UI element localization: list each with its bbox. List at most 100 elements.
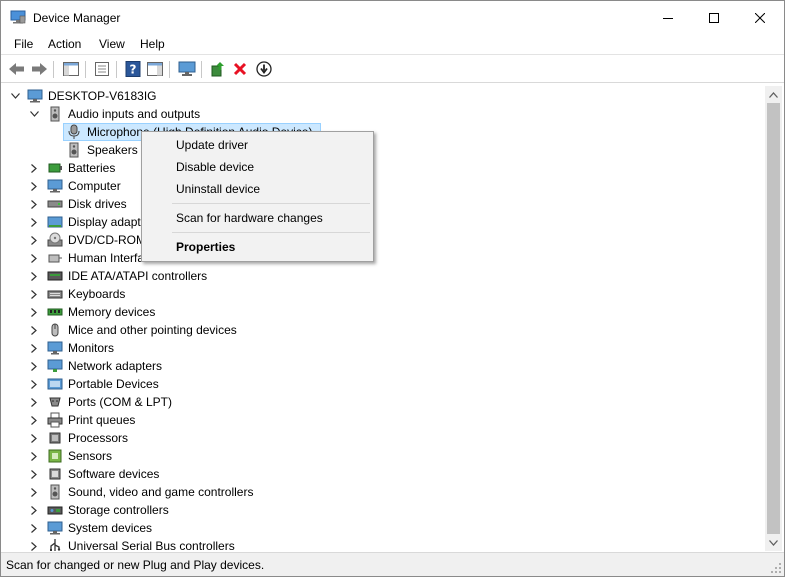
tree-category-memory-devices[interactable]: Memory devices xyxy=(6,303,746,321)
expand-chevron-icon[interactable] xyxy=(28,540,40,551)
expand-chevron-icon[interactable] xyxy=(28,432,40,444)
toolbar-separator xyxy=(116,61,117,78)
back-button[interactable] xyxy=(7,60,27,78)
tree-category-audio[interactable]: Audio inputs and outputs xyxy=(6,105,746,123)
expand-chevron-icon[interactable] xyxy=(28,234,40,246)
disable-device-button[interactable] xyxy=(254,60,274,78)
expand-chevron-icon[interactable] xyxy=(28,450,40,462)
show-hide-console-tree-button[interactable] xyxy=(61,60,81,78)
tree-category-human-interface-devices[interactable]: Human Interface Devices xyxy=(6,249,746,267)
tree-category-portable-devices[interactable]: Portable Devices xyxy=(6,375,746,393)
category-label: Ports (COM & LPT) xyxy=(68,395,173,409)
menu-file[interactable]: File xyxy=(12,37,35,51)
category-label: Batteries xyxy=(68,161,116,175)
disable-device-icon xyxy=(256,61,272,77)
context-menu-scan-hardware[interactable]: Scan for hardware changes xyxy=(144,207,371,229)
category-label: Storage controllers xyxy=(68,503,169,517)
svg-text:?: ? xyxy=(130,63,137,77)
show-hide-console-tree-icon xyxy=(63,62,79,76)
tree-category-dvd-cd-rom-drives[interactable]: DVD/CD-ROM drives xyxy=(6,231,746,249)
tree-category-batteries[interactable]: Batteries xyxy=(6,159,746,177)
processor-icon xyxy=(49,432,61,444)
close-icon xyxy=(755,12,765,23)
tree-category-monitors[interactable]: Monitors xyxy=(6,339,746,357)
tree-category-network-adapters[interactable]: Network adapters xyxy=(6,357,746,375)
uninstall-device-button[interactable] xyxy=(230,60,250,78)
expand-chevron-icon[interactable] xyxy=(28,522,40,534)
category-label: Print queues xyxy=(68,413,136,427)
expand-chevron-icon[interactable] xyxy=(28,306,40,318)
tree-category-sensors[interactable]: Sensors xyxy=(6,447,746,465)
forward-button[interactable] xyxy=(29,60,49,78)
menu-help[interactable]: Help xyxy=(138,37,167,51)
expand-chevron-icon[interactable] xyxy=(28,198,40,210)
title-bar[interactable]: Device Manager xyxy=(1,1,784,34)
action-pane-button[interactable] xyxy=(145,60,165,78)
back-arrow-icon xyxy=(9,63,24,75)
tree-category-print-queues[interactable]: Print queues xyxy=(6,411,746,429)
expand-chevron-icon[interactable] xyxy=(28,486,40,498)
expand-chevron-icon[interactable] xyxy=(28,360,40,372)
expand-chevron-icon[interactable] xyxy=(28,270,40,282)
tree-category-storage-controllers[interactable]: Storage controllers xyxy=(6,501,746,519)
scroll-up-arrow[interactable] xyxy=(765,86,782,103)
scan-monitor-icon xyxy=(178,61,196,76)
expand-chevron-icon[interactable] xyxy=(28,468,40,480)
resize-grip-icon[interactable] xyxy=(770,562,782,574)
tree-category-mice-and-other-pointing-devices[interactable]: Mice and other pointing devices xyxy=(6,321,746,339)
category-label: Network adapters xyxy=(68,359,163,373)
update-driver-icon xyxy=(211,62,224,77)
update-driver-button[interactable] xyxy=(208,60,228,78)
expand-chevron-icon[interactable] xyxy=(28,216,40,228)
context-menu-uninstall-device[interactable]: Uninstall device xyxy=(144,178,371,200)
help-button[interactable]: ? xyxy=(123,60,143,78)
tree-device-microphone[interactable]: Microphone (High Definition Audio Device… xyxy=(6,123,746,141)
tree-category-processors[interactable]: Processors xyxy=(6,429,746,447)
battery-icon xyxy=(48,163,62,173)
tree-device-speakers[interactable]: Speakers ( xyxy=(6,141,746,159)
context-menu-properties[interactable]: Properties xyxy=(144,236,371,258)
expand-chevron-icon[interactable] xyxy=(28,342,40,354)
expand-chevron-icon[interactable] xyxy=(28,396,40,408)
tree-category-software-devices[interactable]: Software devices xyxy=(6,465,746,483)
tree-category-ports-com-lpt[interactable]: Ports (COM & LPT) xyxy=(6,393,746,411)
expand-chevron-icon[interactable] xyxy=(28,252,40,264)
category-label: Processors xyxy=(68,431,129,445)
scrollbar-thumb[interactable] xyxy=(767,103,780,534)
expand-chevron-icon[interactable] xyxy=(28,378,40,390)
menu-view[interactable]: View xyxy=(97,37,127,51)
scroll-down-arrow[interactable] xyxy=(765,534,782,551)
context-menu-update-driver[interactable]: Update driver xyxy=(144,134,371,156)
tree-category-sound-video-and-game-controllers[interactable]: Sound, video and game controllers xyxy=(6,483,746,501)
category-label: Mice and other pointing devices xyxy=(68,323,237,337)
tree-category-ide-ata-atapi-controllers[interactable]: IDE ATA/ATAPI controllers xyxy=(6,267,746,285)
expand-chevron-icon[interactable] xyxy=(28,414,40,426)
expand-chevron-icon[interactable] xyxy=(28,504,40,516)
menu-item-label: Uninstall device xyxy=(176,182,261,196)
minimize-button[interactable] xyxy=(645,1,691,34)
expand-chevron-icon[interactable] xyxy=(28,324,40,336)
tree-category-computer[interactable]: Computer xyxy=(6,177,746,195)
tree-category-display-adapters[interactable]: Display adapters xyxy=(6,213,746,231)
tree-category-universal-serial-bus-controllers[interactable]: Universal Serial Bus controllers xyxy=(6,537,746,551)
vertical-scrollbar[interactable] xyxy=(765,86,782,551)
sound-controller-icon xyxy=(50,484,60,500)
close-button[interactable] xyxy=(737,1,783,34)
collapse-chevron-icon[interactable] xyxy=(28,108,40,120)
properties-button[interactable] xyxy=(92,60,112,78)
context-menu-disable-device[interactable]: Disable device xyxy=(144,156,371,178)
tree-root-row[interactable]: DESKTOP-V6183IG xyxy=(6,87,746,105)
scan-hardware-button[interactable] xyxy=(177,60,197,78)
menu-bar: File Action View Help xyxy=(1,34,784,55)
expand-chevron-icon[interactable] xyxy=(28,180,40,192)
tree-category-disk-drives[interactable]: Disk drives xyxy=(6,195,746,213)
expand-chevron-icon[interactable] xyxy=(28,162,40,174)
category-label: Sensors xyxy=(68,449,113,463)
menu-action[interactable]: Action xyxy=(46,37,83,51)
tree-category-system-devices[interactable]: System devices xyxy=(6,519,746,537)
tree-category-keyboards[interactable]: Keyboards xyxy=(6,285,746,303)
expand-chevron-icon[interactable] xyxy=(28,288,40,300)
maximize-button[interactable] xyxy=(691,1,737,34)
collapse-chevron-icon[interactable] xyxy=(9,90,21,102)
device-tree[interactable]: DESKTOP-V6183IG Audio inputs and outputs… xyxy=(6,86,765,551)
